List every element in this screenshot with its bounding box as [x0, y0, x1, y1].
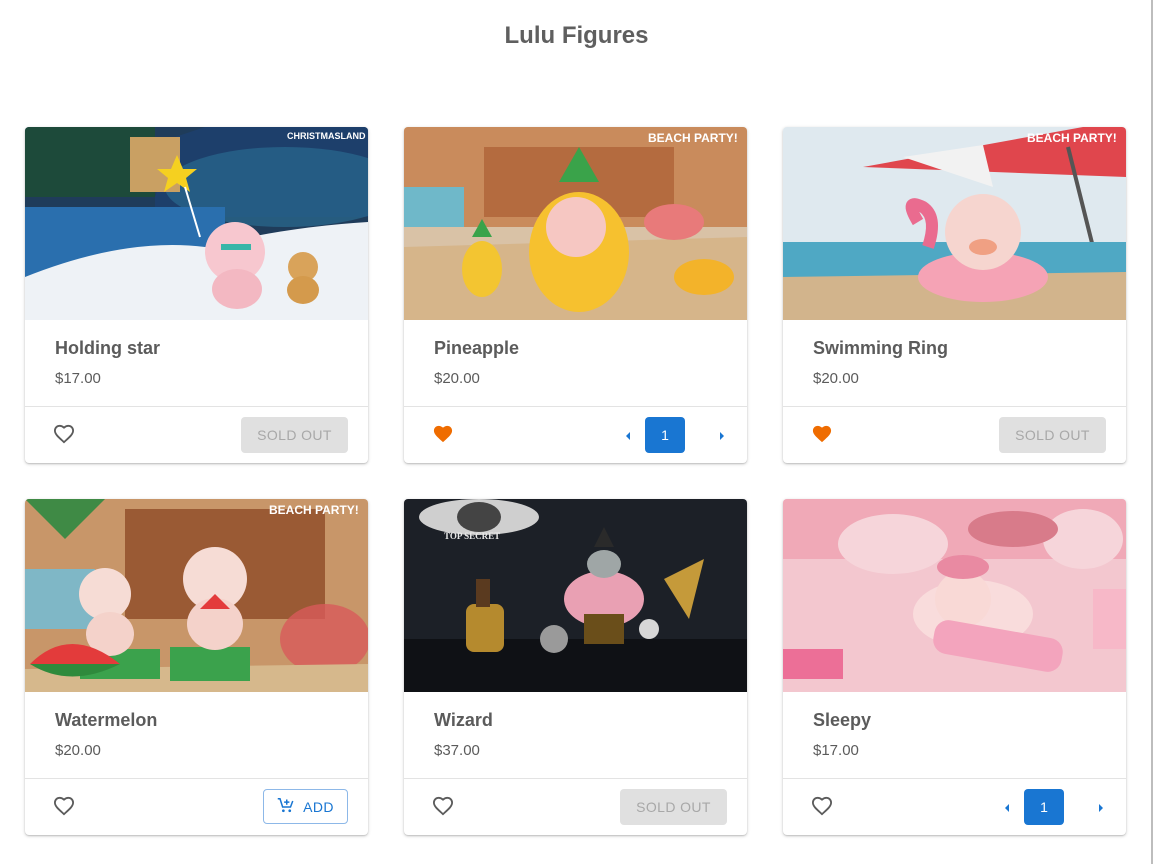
- product-image[interactable]: [404, 127, 747, 320]
- quantity-pager[interactable]: 1: [623, 417, 727, 453]
- product-name: Watermelon: [55, 710, 158, 730]
- product-name: Sleepy: [813, 710, 872, 730]
- product-card[interactable]: BEACH PARTY! Watermelon $20.00 ADD: [25, 499, 368, 835]
- sold-out-button: SOLD OUT: [620, 789, 727, 825]
- product-name: Wizard: [434, 710, 493, 730]
- product-card[interactable]: TOP SECRET Wizard $37.00 SOLD OUT: [404, 499, 747, 835]
- add-button-label: ADD: [303, 798, 334, 815]
- product-card[interactable]: CHRISTMASLAND Holding star $17.00 SOLD O…: [25, 127, 368, 463]
- product-name: Pineapple: [434, 338, 520, 358]
- divider: [25, 406, 368, 407]
- svg-text:BEACH PARTY!: BEACH PARTY!: [269, 503, 359, 517]
- heart-filled-icon[interactable]: [432, 424, 456, 446]
- heart-outline-icon[interactable]: [811, 796, 835, 818]
- chevron-left-icon[interactable]: [623, 429, 633, 441]
- product-price: $17.00: [55, 370, 101, 387]
- product-image[interactable]: [25, 127, 368, 320]
- divider: [25, 778, 368, 779]
- heart-outline-icon[interactable]: [53, 424, 77, 446]
- product-image[interactable]: [783, 127, 1126, 320]
- product-name: Swimming Ring: [813, 338, 948, 358]
- heart-outline-icon[interactable]: [53, 796, 77, 818]
- product-image[interactable]: [783, 499, 1126, 692]
- sold-out-button: SOLD OUT: [999, 417, 1106, 453]
- product-card[interactable]: BEACH PARTY! Swimming Ring $20.00 SOLD O…: [783, 127, 1126, 463]
- svg-text:BEACH PARTY!: BEACH PARTY!: [1027, 131, 1117, 145]
- beach-party-banner: BEACH PARTY!: [1027, 131, 1117, 145]
- sold-out-button: SOLD OUT: [241, 417, 348, 453]
- product-price: $17.00: [813, 742, 859, 759]
- beach-party-banner: BEACH PARTY!: [648, 131, 738, 145]
- quantity-pager[interactable]: 1: [1002, 789, 1106, 825]
- product-name: Holding star: [55, 338, 161, 358]
- divider: [404, 778, 747, 779]
- svg-text:TOP SECRET: TOP SECRET: [444, 531, 500, 541]
- product-image[interactable]: [25, 499, 368, 692]
- divider: [404, 406, 747, 407]
- quantity-value[interactable]: 1: [1024, 789, 1064, 825]
- add-to-cart-button[interactable]: ADD: [263, 789, 348, 824]
- product-price: $20.00: [434, 370, 480, 387]
- product-price: $37.00: [434, 742, 480, 759]
- svg-text:BEACH PARTY!: BEACH PARTY!: [648, 131, 738, 145]
- svg-text:CHRISTMASLAND: CHRISTMASLAND: [287, 131, 366, 141]
- divider: [783, 406, 1126, 407]
- divider: [783, 778, 1126, 779]
- product-card[interactable]: BEACH PARTY! Pineapple $20.00 1: [404, 127, 747, 463]
- chevron-left-icon[interactable]: [1002, 801, 1012, 813]
- product-card[interactable]: Sleepy $17.00 1: [783, 499, 1126, 835]
- page-title: Lulu Figures: [504, 22, 649, 49]
- top-secret-banner: TOP SECRET: [444, 531, 500, 541]
- heart-filled-icon[interactable]: [811, 424, 835, 446]
- add-shopping-cart-icon: [277, 797, 295, 817]
- product-price: $20.00: [55, 742, 101, 759]
- quantity-value[interactable]: 1: [645, 417, 685, 453]
- product-price: $20.00: [813, 370, 859, 387]
- chevron-right-icon[interactable]: [717, 429, 727, 441]
- christmasland-banner: CHRISTMASLAND: [287, 131, 366, 141]
- chevron-right-icon[interactable]: [1096, 801, 1106, 813]
- beach-party-banner: BEACH PARTY!: [269, 503, 359, 517]
- heart-outline-icon[interactable]: [432, 796, 456, 818]
